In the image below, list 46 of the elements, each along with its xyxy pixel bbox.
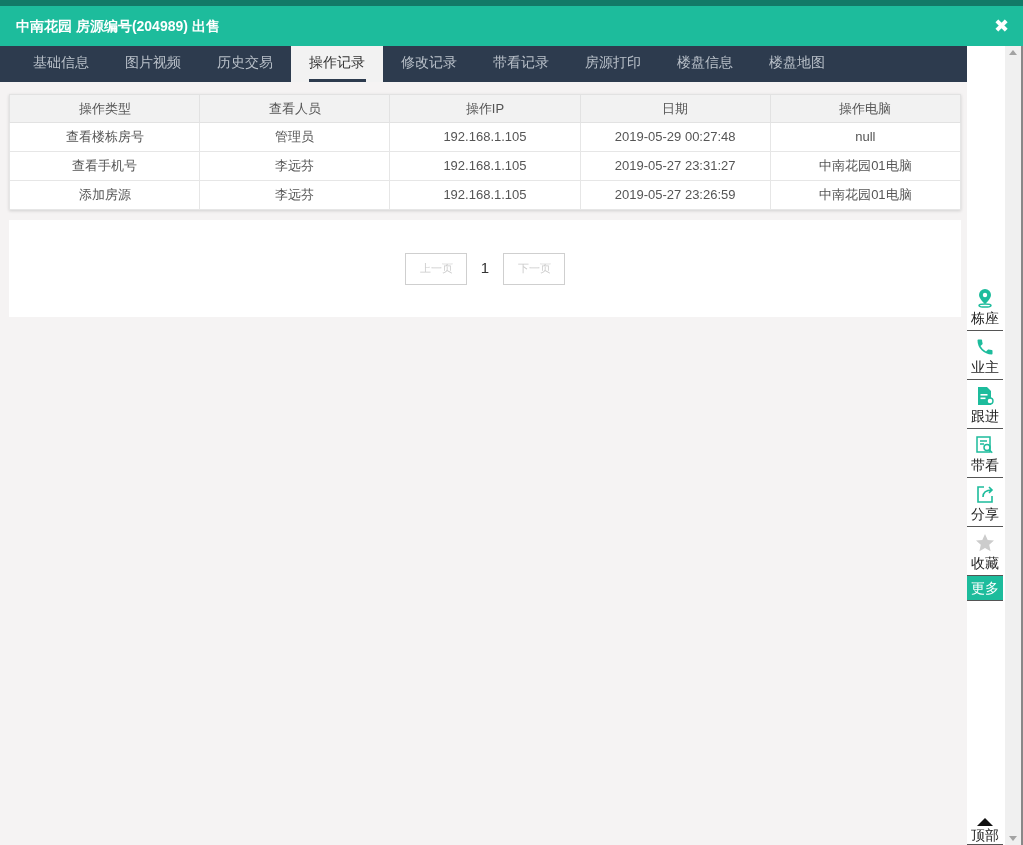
table-cell: 2019-05-27 23:31:27 [580, 151, 771, 181]
tab[interactable]: 操作记录 [291, 46, 383, 82]
side-action-button[interactable]: 跟进 [967, 380, 1003, 429]
document-search-icon [975, 435, 995, 455]
table-cell: 李远芬 [199, 151, 390, 181]
star-icon [975, 533, 995, 553]
side-action-button[interactable]: 业主 [967, 331, 1003, 380]
table-cell: 李远芬 [199, 180, 390, 210]
tab[interactable]: 修改记录 [383, 46, 475, 82]
tab[interactable]: 楼盘地图 [751, 46, 843, 82]
tab[interactable]: 图片视频 [107, 46, 199, 82]
column-header: 操作类型 [9, 94, 200, 123]
table-cell: 查看手机号 [9, 151, 200, 181]
side-action-button[interactable]: 带看 [967, 429, 1003, 478]
side-action-button[interactable]: 栋座 [967, 282, 1003, 331]
table-cell: 中南花园01电脑 [770, 151, 961, 181]
page-number[interactable]: 1 [476, 257, 494, 280]
side-action-button[interactable]: 分享 [967, 478, 1003, 527]
phone-icon [975, 337, 995, 357]
column-header: 操作IP [389, 94, 581, 123]
document-icon [976, 386, 994, 406]
table-cell: 2019-05-29 00:27:48 [580, 122, 771, 152]
column-header: 日期 [580, 94, 771, 123]
tab[interactable]: 房源打印 [567, 46, 659, 82]
column-header: 查看人员 [199, 94, 390, 123]
table-cell: 管理员 [199, 122, 390, 152]
table-cell: 中南花园01电脑 [770, 180, 961, 210]
table-cell: 192.168.1.105 [389, 151, 581, 181]
scroll-up-icon [1009, 50, 1017, 55]
table-cell: null [770, 122, 961, 152]
table-cell: 192.168.1.105 [389, 180, 581, 210]
tab[interactable]: 带看记录 [475, 46, 567, 82]
tab[interactable]: 楼盘信息 [659, 46, 751, 82]
tab[interactable]: 历史交易 [199, 46, 291, 82]
tab[interactable]: 基础信息 [15, 46, 107, 82]
back-to-top-button[interactable]: 顶部 [967, 813, 1003, 845]
window-title: 中南花园 房源编号(204989) 出售 [16, 16, 220, 36]
column-header: 操作电脑 [770, 94, 961, 123]
table-cell: 192.168.1.105 [389, 122, 581, 152]
table-cell: 添加房源 [9, 180, 200, 210]
scroll-down-icon [1009, 836, 1017, 841]
share-icon [975, 484, 995, 504]
up-triangle-icon [977, 818, 993, 826]
location-pin-icon [976, 288, 994, 308]
table-cell: 查看楼栋房号 [9, 122, 200, 152]
table-cell: 2019-05-27 23:26:59 [580, 180, 771, 210]
